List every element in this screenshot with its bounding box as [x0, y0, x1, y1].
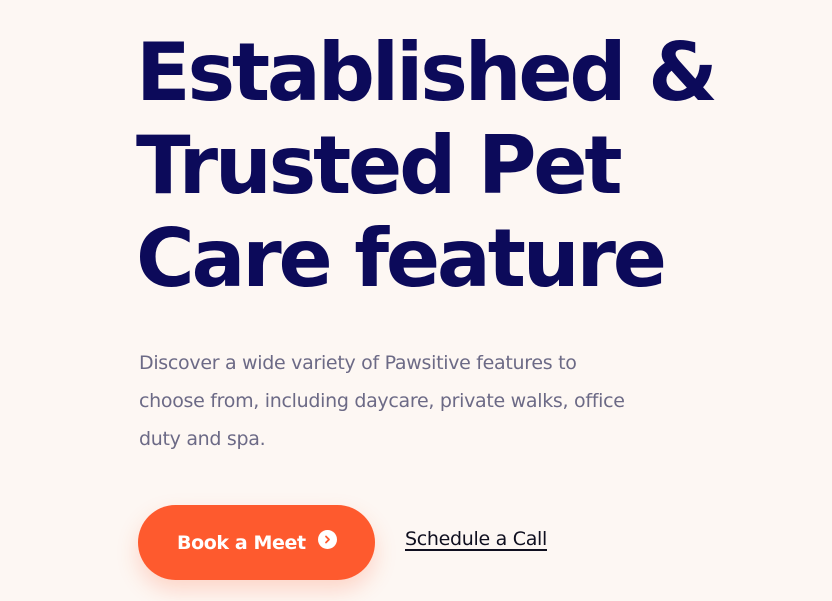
hero-title-line: Trusted Pet: [136, 119, 623, 212]
hero-title-line: Care feature: [136, 212, 667, 305]
schedule-a-call-link[interactable]: Schedule a Call: [405, 528, 547, 550]
arrow-right-circle-icon: [317, 530, 337, 549]
book-a-meet-label: Book a Meet: [177, 531, 306, 554]
book-a-meet-button[interactable]: Book a Meet: [138, 505, 375, 580]
hero-title-line: Established &: [136, 26, 718, 119]
hero-description: Discover a wide variety of Pawsitive fea…: [139, 352, 625, 450]
hero-title: Established & Trusted Pet Care feature: [136, 26, 816, 305]
